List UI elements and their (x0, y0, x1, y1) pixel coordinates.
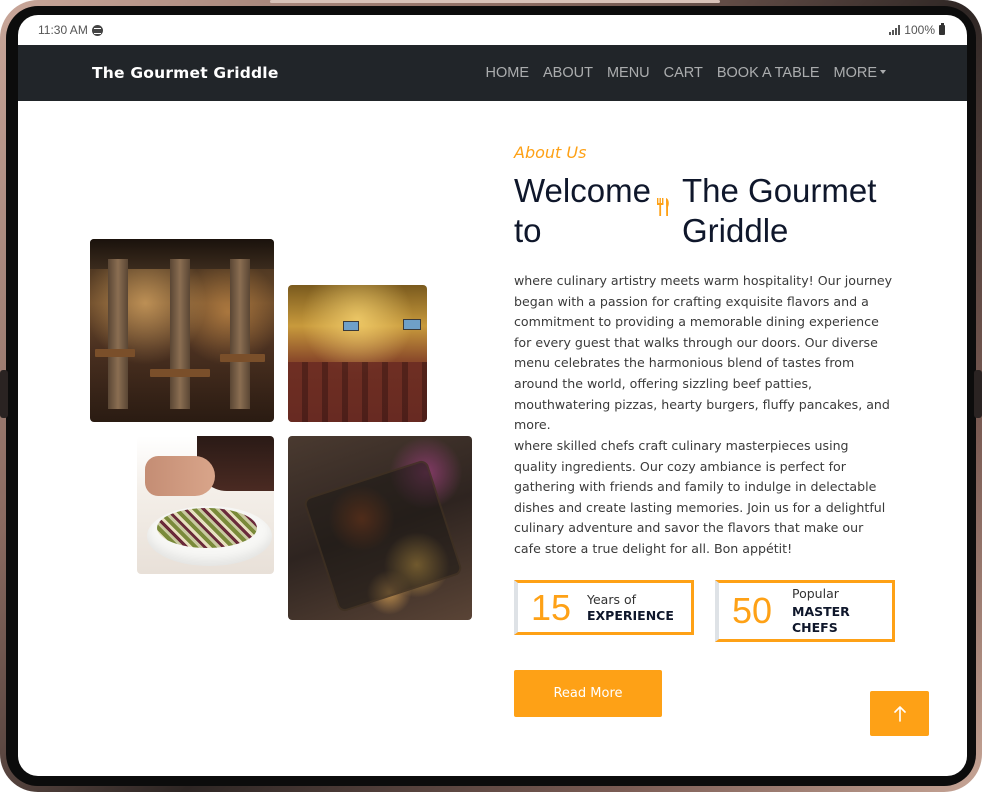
food-platter-image (288, 436, 472, 620)
arrow-up-icon (893, 705, 906, 722)
stat-number: 15 (531, 586, 572, 628)
nav-about[interactable]: ABOUT (536, 65, 600, 81)
nav-home[interactable]: HOME (478, 65, 536, 81)
status-bar: 11:30 AM 100% (18, 15, 967, 45)
nav-cart[interactable]: CART (657, 65, 710, 81)
device-frame: 11:30 AM 100% The Gourmet Griddle HOME A… (0, 0, 982, 792)
stat-experience: 15 Years of EXPERIENCE (514, 580, 694, 635)
stat-chefs: 50 Popular MASTER CHEFS (715, 580, 895, 642)
signal-icon (889, 25, 901, 35)
section-tag: About Us (514, 143, 587, 162)
read-more-button[interactable]: Read More (514, 670, 662, 717)
restaurant-interior-image (90, 239, 274, 422)
stat-label-big: MASTER CHEFS (792, 604, 850, 635)
status-time: 11:30 AM (38, 23, 88, 37)
title-part-1: Welcome to (514, 172, 651, 249)
spotify-icon (91, 24, 103, 36)
about-paragraph-1: where culinary artistry meets warm hospi… (514, 273, 893, 433)
nav-more-dropdown[interactable]: MORE (827, 65, 894, 81)
status-left: 11:30 AM (38, 23, 103, 37)
nav-more-label: MORE (833, 65, 878, 81)
battery-level: 100% (904, 23, 935, 37)
dining-room-image (288, 285, 427, 422)
back-to-top-button[interactable] (870, 691, 929, 736)
screen: 11:30 AM 100% The Gourmet Griddle HOME A… (18, 15, 967, 776)
title-part-2: The Gourmet Griddle (682, 172, 877, 249)
navbar: The Gourmet Griddle HOME ABOUT MENU CART… (18, 45, 967, 101)
stat-number: 50 (732, 590, 773, 631)
battery-icon (939, 23, 945, 35)
stat-text: Years of EXPERIENCE (587, 592, 707, 624)
stat-label-small: Years of (587, 591, 636, 607)
device-hinge-left (0, 370, 8, 418)
device-top-edge (270, 0, 720, 3)
device-hinge-right (974, 370, 982, 418)
salad-dish-image (137, 436, 274, 574)
nav-links: HOME ABOUT MENU CART BOOK A TABLE MORE (478, 65, 893, 81)
nav-book-a-table[interactable]: BOOK A TABLE (710, 65, 827, 81)
brand-logo[interactable]: The Gourmet Griddle (92, 64, 279, 82)
utensils-icon (657, 198, 669, 216)
nav-menu[interactable]: MENU (600, 65, 657, 81)
stat-label-big: EXPERIENCE (587, 607, 674, 623)
stat-label-small: Popular (792, 586, 839, 601)
caret-down-icon (880, 70, 886, 74)
about-paragraph-2: where skilled chefs craft culinary maste… (514, 438, 886, 556)
status-right: 100% (889, 23, 945, 37)
stat-text: Popular MASTER CHEFS (792, 586, 872, 636)
